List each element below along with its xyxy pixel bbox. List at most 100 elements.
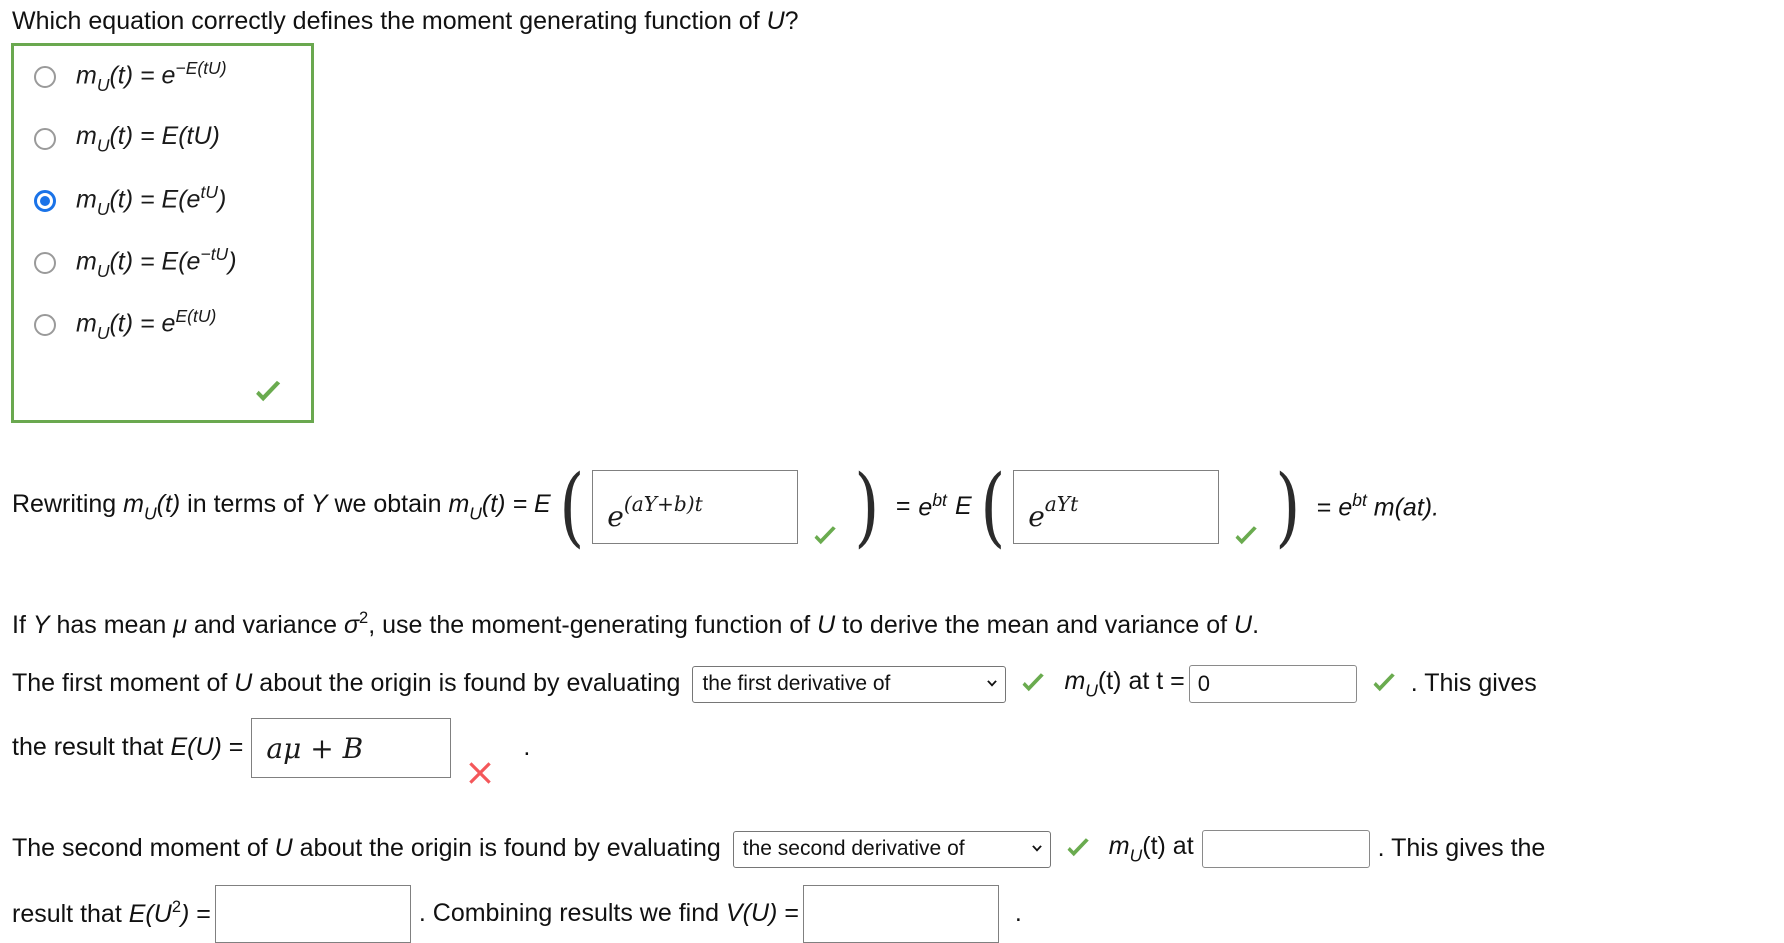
first-result-U: (U) — [187, 733, 222, 762]
answer-1-base: e — [607, 500, 624, 534]
chevron-down-icon — [1031, 845, 1042, 852]
rewriting-E1: E — [534, 490, 551, 519]
answer-box-1-value: e(aY+b)t — [607, 492, 703, 533]
rewriting-ebt-sup: bt — [932, 489, 947, 510]
second-moment-lead-a: The second moment of — [12, 834, 275, 863]
prompt-text-before: Which equation correctly defines the mom… — [12, 7, 767, 35]
v-u-symbol: (U) — [742, 899, 778, 928]
radio-option-1[interactable] — [34, 66, 56, 88]
chevron-down-icon — [987, 680, 998, 687]
first-derivative-select-value: the first derivative of — [702, 672, 891, 695]
radio-option-4[interactable] — [34, 252, 56, 274]
answer-1-exponent: (aY+b)t — [623, 492, 703, 517]
rewriting-y: Y — [310, 490, 328, 519]
correct-check-icon-answer-1 — [810, 522, 840, 552]
second-moment-m-sub: U — [1129, 845, 1143, 866]
derive-part-a: If — [12, 611, 33, 640]
quiz-page: Which equation correctly defines the mom… — [0, 0, 1784, 943]
first-moment-lead-a: The first moment of — [12, 669, 235, 698]
first-moment-tail: . This gives — [1410, 669, 1537, 698]
eu2-answer-box[interactable] — [214, 885, 411, 943]
left-paren-2: ( — [979, 456, 1005, 557]
prompt-text-after: ? — [784, 7, 799, 35]
option-3-rest: (t) = E(e — [109, 185, 201, 214]
rewriting-eq-sign-1: = — [895, 492, 911, 521]
option-1-sub: U — [96, 74, 110, 95]
radio-option-2[interactable] — [34, 128, 56, 150]
option-5-rest: (t) = e — [109, 309, 176, 338]
option-label-1: mU(t) = e−E(tU) — [76, 58, 227, 96]
second-derivative-select[interactable]: the second derivative of — [732, 830, 1051, 868]
option-label-5: mU(t) = eE(tU) — [76, 306, 216, 344]
option-2-rest: (t) = E(tU) — [109, 121, 220, 150]
option-4-sup: −tU — [200, 244, 229, 265]
first-result-lead-text: the result that — [12, 733, 171, 762]
first-result-period: . — [523, 733, 531, 762]
rewriting-E2: E — [954, 492, 972, 521]
option-3-sup: tU — [200, 182, 218, 203]
derive-u2: U — [1234, 611, 1253, 640]
option-2-m: m — [76, 121, 97, 150]
option-label-4: mU(t) = E(e−tU) — [76, 244, 237, 282]
rewriting-eq-mid: = — [896, 490, 911, 524]
combining-text: . Combining results we find V(U) = — [419, 897, 799, 931]
rewriting-m2-sub: U — [469, 503, 482, 524]
rewriting-ebt-1: ebt — [918, 489, 947, 525]
derive-part-f: . — [1252, 611, 1260, 640]
derive-line: If Y has mean μ and variance σ2, use the… — [12, 607, 1259, 643]
option-row-4[interactable]: mU(t) = E(e−tU) — [14, 232, 311, 294]
first-moment-lead: The first moment of U about the origin i… — [12, 667, 680, 701]
rewriting-m2: m — [448, 490, 470, 519]
option-5-m: m — [76, 309, 97, 338]
rewriting-lead: Rewriting mU(t) in terms of Y we obtain … — [12, 488, 551, 526]
v-eq: = — [777, 899, 799, 928]
eu-answer-value: aμ + B — [266, 732, 363, 765]
v-symbol: V — [725, 899, 743, 928]
correct-check-icon-options — [251, 376, 281, 406]
derive-part-b: has mean — [49, 611, 174, 640]
rewriting-mid: in terms of — [180, 490, 311, 519]
rewriting-tail-text: m(at). — [1366, 493, 1440, 522]
combining-label: . Combining results we find — [418, 899, 726, 928]
rewriting-ebt2-sup: bt — [1352, 489, 1367, 510]
radio-option-5[interactable] — [34, 314, 56, 336]
answer-2-base: e — [1028, 500, 1045, 534]
answer-box-2[interactable]: eaYt — [1013, 470, 1220, 544]
first-derivative-select[interactable]: the first derivative of — [692, 665, 1007, 703]
eu-answer-op: + — [310, 731, 334, 765]
rewriting-tail: = ebt m(at). — [1317, 489, 1439, 525]
second-derivative-select-value: the second derivative of — [742, 837, 965, 860]
option-4-tail: ) — [228, 247, 237, 276]
eu-answer-b: B — [342, 731, 364, 765]
second-at-input[interactable] — [1201, 830, 1370, 868]
option-row-5[interactable]: mU(t) = eE(tU) — [14, 294, 311, 356]
t-value-input[interactable]: 0 — [1188, 665, 1357, 703]
radio-option-3[interactable] — [34, 190, 56, 212]
option-1-rest: (t) = e — [109, 61, 176, 90]
first-result-eq: = — [221, 733, 244, 762]
second-moment-m: m — [1108, 832, 1130, 861]
derive-sigma: σ — [343, 611, 360, 640]
option-4-rest: (t) = E(e — [109, 247, 201, 276]
answer-2-exponent: aYt — [1044, 492, 1079, 517]
correct-check-icon-answer-2 — [1231, 522, 1261, 552]
option-4-sub: U — [96, 260, 110, 281]
rewriting-lead-text: Rewriting — [12, 490, 124, 519]
answer-box-1[interactable]: e(aY+b)t — [592, 470, 799, 544]
second-moment-lead: The second moment of U about the origin … — [12, 832, 721, 866]
option-row-1[interactable]: mU(t) = e−E(tU) — [14, 46, 311, 108]
second-result-period: . — [1014, 899, 1022, 928]
question-prompt: Which equation correctly defines the mom… — [12, 5, 799, 39]
option-5-sup: E(tU) — [175, 306, 217, 327]
eu-answer-box[interactable]: aμ + B — [251, 718, 452, 778]
second-moment-m-rest: (t) at — [1142, 832, 1194, 861]
option-label-3: mU(t) = E(etU) — [76, 182, 226, 220]
derive-sigma-sup: 2 — [359, 609, 369, 627]
option-row-2[interactable]: mU(t) = E(tU) — [14, 108, 311, 170]
correct-check-icon-first-select — [1018, 669, 1048, 699]
vu-answer-box[interactable] — [802, 885, 999, 943]
option-1-m: m — [76, 61, 97, 90]
second-result-lead-text: result that — [12, 900, 129, 929]
option-row-3[interactable]: mU(t) = E(etU) — [14, 170, 311, 232]
second-moment-lead-b: about the origin is found by evaluating — [292, 834, 721, 863]
